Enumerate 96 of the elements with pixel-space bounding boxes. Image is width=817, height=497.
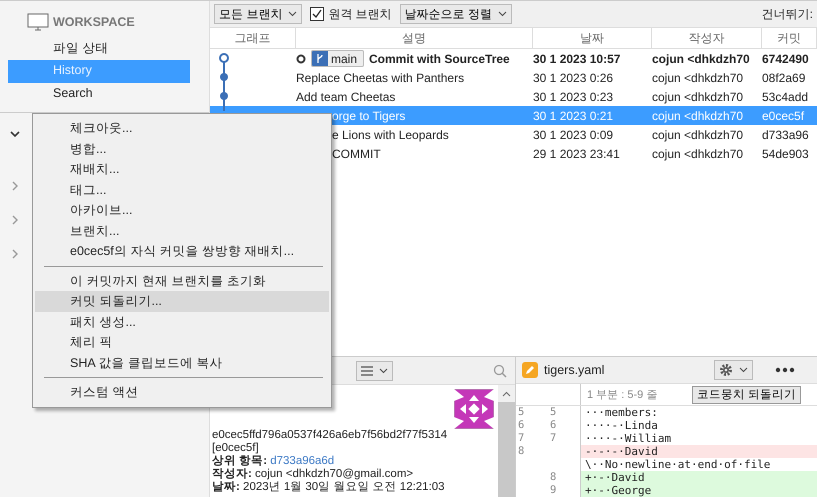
menu-item[interactable]: SHA 값을 클립보드에 복사 — [35, 352, 329, 373]
commit-description: Add team Cheetas — [296, 90, 396, 104]
menu-item[interactable]: 아카이브... — [35, 200, 329, 220]
commit-description: COMMIT — [332, 146, 381, 160]
branch-tag[interactable]: main — [311, 50, 364, 67]
field-value: cojun <dhkdzh70@gmail.com> — [255, 468, 414, 480]
commit-hash: d733a96 — [762, 128, 810, 142]
menu-item[interactable]: 태그... — [35, 180, 329, 200]
chevron-down-icon[interactable] — [10, 129, 20, 139]
hunk-header: 1 부분 : 5-9 줄 — [587, 388, 658, 402]
menu-item[interactable]: 커스텀 액션 — [35, 382, 329, 402]
commit-description: e Lions with Leopards — [332, 128, 449, 142]
chevron-right-icon[interactable] — [10, 249, 20, 259]
caret-icon — [739, 367, 748, 374]
menu-item[interactable]: 브랜치... — [35, 220, 329, 241]
line-number: 9 — [550, 484, 556, 496]
gear-icon — [719, 363, 733, 378]
commit-author: cojun <dhkdzh70 — [652, 108, 744, 122]
workspace-title: WORKSPACE — [53, 15, 135, 29]
settings-dropdown[interactable] — [714, 360, 753, 380]
menu-item[interactable]: 이 커밋까지 현재 브랜치를 초기화 — [35, 270, 329, 291]
commit-author: cojun <dhkdzh70 — [652, 52, 751, 66]
commit-author: cojun <dhkdzh70 — [652, 128, 744, 142]
scroll-up-icon[interactable] — [502, 390, 511, 396]
commit-date: 29 1 2023 23:41 — [533, 146, 621, 160]
line-number: 5 — [550, 406, 556, 418]
chevron-right-icon[interactable] — [10, 215, 20, 225]
commit-short-sha: [e0cec5f] — [212, 442, 260, 455]
diff-text: +·-·George — [580, 484, 817, 497]
column-header[interactable]: 그래프 — [210, 28, 296, 48]
line-number: 6 — [550, 419, 556, 431]
commit-date: 30 1 2023 0:23 — [533, 90, 614, 104]
jump-label: 건너뛰기: — [762, 6, 813, 22]
sidebar-item[interactable]: 파일 상태 — [8, 37, 190, 60]
sort-dropdown[interactable]: 날짜순으로 정렬 — [400, 4, 512, 24]
checkbox[interactable] — [310, 7, 324, 21]
view-mode-dropdown[interactable] — [356, 360, 393, 380]
menu-item[interactable]: 체리 픽 — [35, 332, 329, 352]
commit-author: cojun <dhkdzh70 — [652, 146, 744, 160]
commit-row[interactable]: Replace Cheetas with Panthers 30 1 2023 0:26 cojun <dhkdzh70 08f2a69 — [210, 68, 817, 87]
commit-date: 30 1 2023 10:57 — [533, 52, 622, 66]
menu-item[interactable]: e0cec5f의 자식 커밋을 쌍방향 재배치... — [35, 241, 329, 262]
menu-item[interactable]: 병합... — [35, 138, 329, 159]
branch-filter-dropdown[interactable]: 모든 브랜치 — [214, 4, 302, 24]
line-number: 8 — [550, 471, 556, 483]
commit-description: Commit with SourceTree — [369, 52, 510, 66]
column-header[interactable]: 작성자 — [652, 28, 762, 48]
menu-item[interactable]: 패치 생성... — [35, 312, 329, 332]
commit-date: 30 1 2023 0:26 — [533, 70, 614, 84]
caret-icon — [288, 11, 298, 17]
commit-row[interactable]: Add team Cheetas 30 1 2023 0:23 cojun <dhkdzh70 53c4add — [210, 87, 817, 106]
field-value: 2023년 1월 30일 월요일 오전 12:21:03 — [243, 481, 445, 493]
line-number: 6 — [518, 419, 524, 431]
field-label: 상위 항목: — [212, 455, 268, 467]
checkbox-label: 원격 브랜치 — [328, 6, 392, 22]
commit-date: 30 1 2023 0:09 — [533, 128, 614, 142]
column-header[interactable]: 설명 — [296, 28, 533, 48]
commit-hash: 6742490 — [762, 52, 810, 66]
diff-text: -·-·-·David — [580, 445, 817, 458]
chevron-right-icon[interactable] — [10, 181, 20, 191]
file-name: tigers.yaml — [544, 363, 606, 378]
pencil-file-icon — [522, 362, 538, 378]
commit-hash: e0cec5f — [762, 108, 806, 122]
commit-hash: 08f2a69 — [762, 70, 806, 84]
menu-item[interactable]: 커밋 되돌리기... — [35, 291, 329, 312]
commit-hash: 53c4add — [762, 90, 810, 104]
commit-hash: 54de903 — [762, 146, 810, 160]
commit-row[interactable]: main Commit with SourceTree 30 1 2023 10:57 cojun <dhkdzh70 6742490 — [210, 49, 817, 68]
column-header[interactable]: 날짜 — [533, 28, 652, 48]
caret-icon — [498, 11, 508, 17]
caret-icon — [379, 368, 388, 374]
line-number: 7 — [550, 432, 556, 444]
sidebar-item[interactable]: Search — [8, 83, 190, 106]
commit-date: 30 1 2023 0:21 — [533, 108, 614, 122]
commit-description: Replace Cheetas with Panthers — [296, 70, 464, 84]
field-label: 날짜: — [212, 481, 240, 493]
commit-description: orge to Tigers — [332, 108, 406, 122]
commit-author: cojun <dhkdzh70 — [652, 90, 744, 104]
line-number: 7 — [518, 432, 524, 444]
branch-icon — [315, 53, 325, 64]
parent-commit-link[interactable]: d733a96a6d — [270, 455, 334, 467]
field-label: 작성자: — [212, 468, 252, 480]
commit-sha: e0cec5ffd796a0537f426a6eb7f56bd2f77f5314 — [212, 429, 448, 442]
line-number: 5 — [518, 406, 524, 418]
diff-text: ···members: — [580, 406, 817, 419]
commit-author: cojun <dhkdzh70 — [652, 70, 744, 84]
line-number: 8 — [518, 445, 524, 457]
diff-text: ····-·Linda — [580, 419, 817, 432]
diff-text: +·-·David — [580, 471, 817, 484]
monitor-icon — [27, 13, 49, 31]
avatar-identicon — [454, 389, 494, 429]
menu-item[interactable]: 재배치... — [35, 159, 329, 180]
column-header[interactable]: 커밋 — [762, 28, 817, 48]
discard-hunk-button[interactable]: 코드뭉치 되돌리기 — [692, 386, 801, 404]
list-icon — [361, 366, 373, 376]
head-marker-icon — [296, 54, 306, 64]
